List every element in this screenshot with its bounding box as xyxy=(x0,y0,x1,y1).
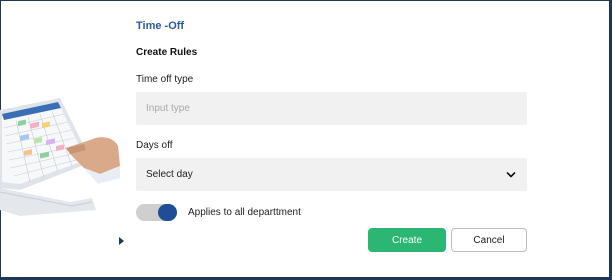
time-off-type-label: Time off type xyxy=(136,74,194,85)
toggle-knob xyxy=(158,204,177,221)
days-off-select[interactable]: Select day xyxy=(136,158,527,191)
applies-all-toggle[interactable] xyxy=(136,204,177,221)
section-title: Create Rules xyxy=(136,47,198,58)
applies-all-label: Applies to all departtment xyxy=(188,207,301,218)
page-title: Time -Off xyxy=(136,20,185,32)
time-off-type-input[interactable] xyxy=(136,92,527,125)
create-button[interactable]: Create xyxy=(368,228,446,252)
applies-all-row: Applies to all departtment xyxy=(136,204,301,221)
days-off-label: Days off xyxy=(136,140,173,151)
left-pointer-marker xyxy=(119,237,124,245)
days-off-select-value: Select day xyxy=(146,169,193,180)
cancel-button[interactable]: Cancel xyxy=(451,228,527,252)
chevron-down-icon xyxy=(505,169,517,181)
tablet-illustration xyxy=(0,92,120,220)
